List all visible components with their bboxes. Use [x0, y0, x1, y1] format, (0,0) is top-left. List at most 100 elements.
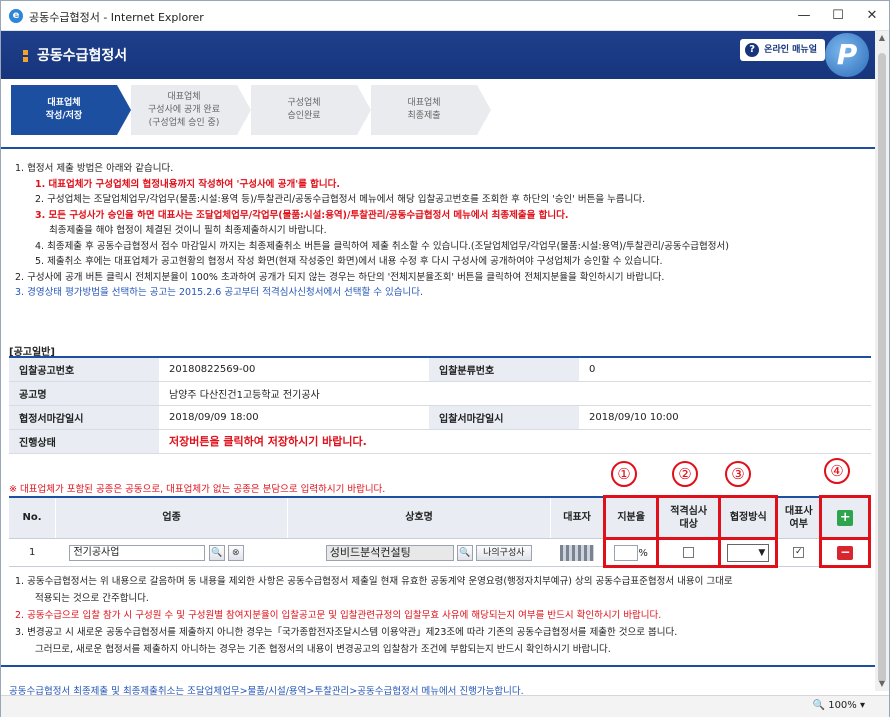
note-item: 2. 구성업체는 조달업체업무/각업무(물품:시설:용역 등)/투찰관리/공동수… — [35, 194, 646, 205]
share-unit: % — [638, 547, 648, 559]
search-icon[interactable]: 🔍 — [208, 544, 225, 561]
table-row: 1 전기공사업 🔍 ⊗ 성비드분석컨설팅 🔍 나의구성사 % ▼ ✓ − — [9, 537, 871, 568]
search-icon[interactable]: 🔍 — [456, 544, 473, 561]
scrollbar-thumb[interactable] — [878, 53, 886, 683]
company-input[interactable]: 성비드분석컨설팅 — [325, 544, 454, 561]
marker-3: ③ — [725, 461, 751, 487]
consortium-grid: No. 업종 상호명 대표자 지분율 적격심사 대상 협정방식 대표사 여부 +… — [9, 495, 871, 568]
warning-text: ※ 대표업체가 포함된 공종은 공동으로, 대표업체가 없는 공종은 분담으로 … — [9, 484, 386, 495]
col-method: 협정방식 — [718, 495, 779, 540]
bid-no-label: 입찰공고번호 — [9, 357, 159, 382]
banner-bullet-icon — [23, 50, 28, 55]
ie-icon: e — [9, 9, 23, 23]
bid-deadline-value: 2018/09/10 10:00 — [579, 405, 871, 430]
instruction-notes: 1. 협정서 제출 방법은 아래와 같습니다. 1. 대표업체가 구성업체의 협… — [15, 161, 871, 301]
col-qualify: 적격심사 대상 — [655, 495, 722, 540]
step-3-label: 구성업체 승인완료 — [287, 98, 321, 121]
note-item: 3. 모든 구성사가 승인을 하면 대표사는 조달업체업무/각업무(물품:시설:… — [15, 208, 871, 224]
share-input[interactable] — [614, 544, 639, 561]
footnote-item: 2. 공동수급으로 입찰 참가 시 구성원 수 및 구성원별 참여지분율이 입찰… — [15, 610, 662, 621]
status-value: 저장버튼을 클릭하여 저장하시기 바랍니다. — [159, 429, 871, 454]
my-company-button[interactable]: 나의구성사 — [476, 544, 532, 561]
marker-1: ① — [611, 461, 637, 487]
deadline-value: 2018/09/09 18:00 — [159, 405, 429, 430]
step-1-label: 대표업체 작성/저장 — [45, 98, 83, 121]
browser-window: e 공동수급협정서 - Internet Explorer — ☐ ✕ 공동수급… — [0, 0, 890, 717]
note-item: 4. 최종제출 후 공동수급협정서 접수 마감일시 까지는 최종제출취소 버튼을… — [35, 240, 729, 252]
note-item: 1. 대표업체가 구성업체의 협정내용까지 작성하여 '구성사에 공개'를 합니… — [35, 178, 340, 190]
bid-deadline-label: 입찰서마감일시 — [429, 405, 579, 430]
footnote-item: 3. 변경공고 시 새로운 공동수급협정서를 제출하지 아니한 경우는「국가종합… — [15, 627, 678, 638]
status-bar: 🔍 100% ▾ — [1, 695, 889, 717]
col-type: 업종 — [55, 496, 289, 539]
marker-4: ④ — [824, 458, 850, 484]
online-manual-label: 온라인 매뉴얼 — [764, 45, 817, 55]
bid-class-label: 입찰분류번호 — [429, 357, 579, 382]
online-manual-button[interactable]: ? 온라인 매뉴얼 — [740, 39, 825, 61]
step-3: 구성업체 승인완료 — [251, 85, 371, 135]
bid-info-table: 입찰공고번호 20180822569-00 입찰분류번호 0 공고명 남양주 다… — [9, 356, 871, 454]
method-select[interactable]: ▼ — [727, 543, 770, 562]
window-title: 공동수급협정서 - Internet Explorer — [29, 11, 204, 24]
zoom-control[interactable]: 🔍 100% ▾ — [813, 700, 865, 711]
logo: P — [825, 33, 869, 77]
bid-name-value: 남양주 다산진건1고등학교 전기공사 — [159, 381, 871, 406]
col-share: 지분율 — [603, 495, 659, 540]
note-item: 1. 협정서 제출 방법은 아래와 같습니다. — [15, 163, 174, 174]
status-label: 진행상태 — [9, 429, 159, 454]
add-row-icon[interactable]: + — [837, 509, 854, 526]
note-item: 3. 경영상태 평가방법을 선택하는 공고는 2015.2.6 공고부터 적격심… — [15, 287, 423, 298]
note-item: 최종제출을 해야 협정이 체결된 것이니 필히 최종제출하시기 바랍니다. — [49, 225, 327, 236]
divider — [1, 147, 875, 149]
clear-icon[interactable]: ⊗ — [227, 544, 244, 561]
col-add: + — [819, 495, 871, 540]
bid-class-value: 0 — [579, 357, 871, 382]
qualify-checkbox[interactable] — [683, 546, 695, 558]
note-item: 5. 제출취소 후에는 대표업체가 공고현황의 협정서 작성 화면(현재 작성중… — [35, 256, 663, 267]
bid-no-value: 20180822569-00 — [159, 357, 429, 382]
row-no: 1 — [9, 538, 56, 567]
page-banner: 공동수급협정서 ? 온라인 매뉴얼 P — [1, 31, 875, 79]
note-text: 3. 모든 구성사가 승인을 하면 대표사는 조달업체업무/각업무(물품:시설:… — [35, 209, 569, 221]
step-4: 대표업체 최종제출 — [371, 85, 491, 135]
rep-yn-checkbox[interactable]: ✓ — [793, 546, 805, 558]
divider — [1, 665, 875, 667]
share-cell: % — [603, 537, 659, 568]
note-item: 2. 구성사에 공개 버튼 클릭시 전체지분율이 100% 초과하여 공개가 되… — [15, 271, 665, 283]
step-2: 대표업체 구성사에 공개 완료 (구성업체 승인 중) — [131, 85, 251, 135]
qualify-cell — [655, 537, 722, 568]
step-2-label: 대표업체 구성사에 공개 완료 (구성업체 승인 중) — [148, 91, 220, 128]
title-bar: e 공동수급협정서 - Internet Explorer — ☐ ✕ — [1, 1, 889, 31]
marker-2: ② — [672, 461, 698, 487]
deadline-label: 협정서마감일시 — [9, 405, 159, 430]
type-input[interactable]: 전기공사업 — [69, 544, 206, 561]
footnotes: 1. 공동수급협정서는 위 내용으로 갈음하며 동 내용을 제외한 사항은 공동… — [15, 573, 871, 658]
col-rep-yn: 대표사 여부 — [776, 496, 822, 539]
company-cell: 성비드분석컨설팅 🔍 나의구성사 — [287, 538, 551, 567]
col-company: 상호명 — [287, 496, 551, 539]
rep-yn-cell: ✓ — [776, 538, 821, 567]
window-controls: — ☐ ✕ — [787, 1, 889, 31]
vertical-scrollbar[interactable]: ▲ ▼ — [875, 31, 889, 691]
minimize-button[interactable]: — — [787, 1, 821, 31]
step-4-label: 대표업체 최종제출 — [407, 98, 441, 121]
footnote-item: 적용되는 것으로 간주합니다. — [35, 593, 149, 604]
page-title: 공동수급협정서 — [37, 48, 128, 64]
bid-name-label: 공고명 — [9, 381, 159, 406]
rep-cell — [550, 538, 605, 567]
banner-bullet-icon — [23, 57, 28, 62]
close-button[interactable]: ✕ — [855, 1, 889, 31]
maximize-button[interactable]: ☐ — [821, 1, 855, 31]
type-cell: 전기공사업 🔍 ⊗ — [55, 538, 288, 567]
help-icon: ? — [745, 43, 760, 57]
step-1: 대표업체 작성/저장 — [11, 85, 131, 135]
remove-row-icon[interactable]: − — [837, 545, 854, 560]
footnote-item: 그러므로, 새로운 협정서를 제출하지 아니하는 경우는 기존 협정서의 내용이… — [35, 644, 611, 655]
progress-steps: 대표업체 작성/저장 대표업체 구성사에 공개 완료 (구성업체 승인 중) 구… — [11, 85, 871, 137]
scroll-down-icon[interactable]: ▼ — [875, 677, 889, 691]
scroll-up-icon[interactable]: ▲ — [875, 31, 889, 45]
rep-seal-icon — [559, 544, 594, 561]
footnote-item: 1. 공동수급협정서는 위 내용으로 갈음하며 동 내용을 제외한 사항은 공동… — [15, 576, 733, 587]
col-no: No. — [9, 496, 56, 539]
method-cell: ▼ — [718, 537, 779, 568]
